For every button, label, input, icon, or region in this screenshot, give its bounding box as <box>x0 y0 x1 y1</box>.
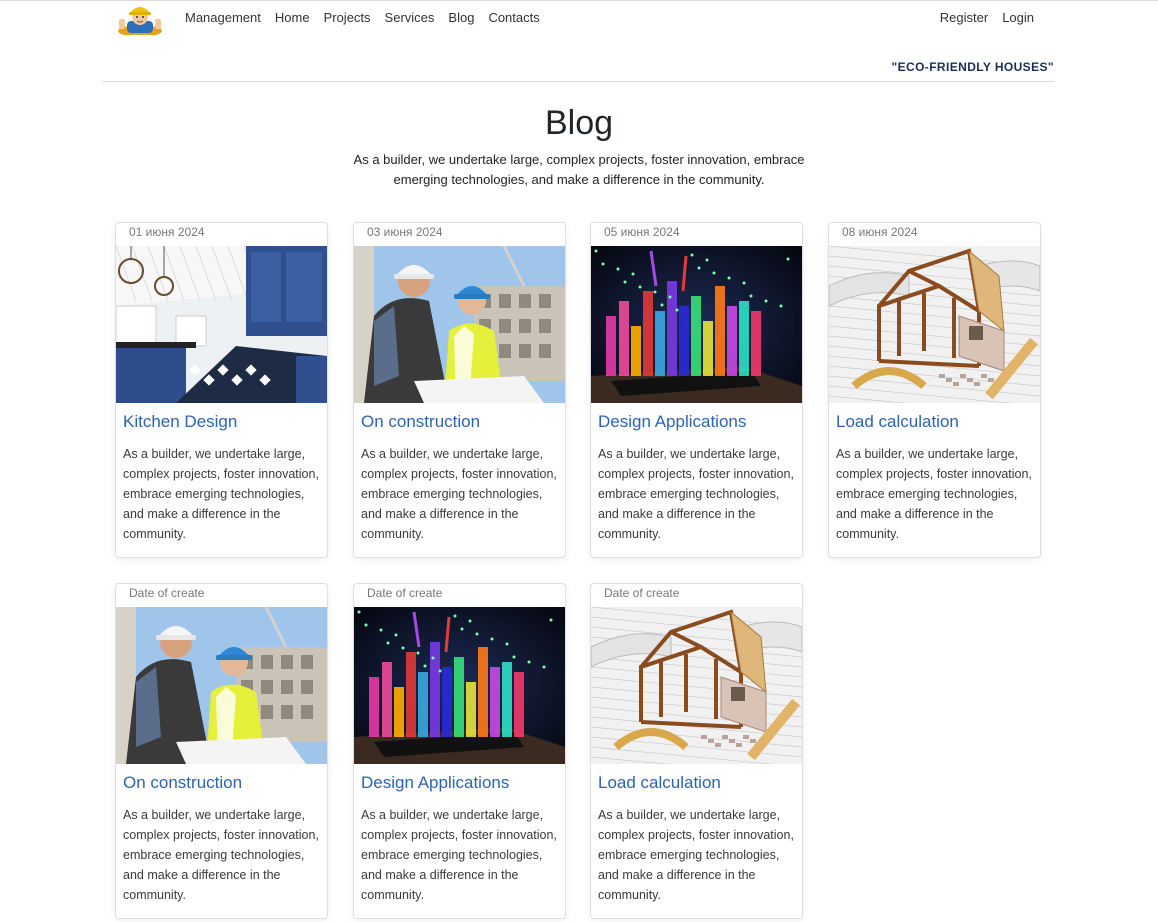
card-title-link[interactable]: Load calculation <box>836 412 959 432</box>
bars-image[interactable] <box>354 607 565 764</box>
card-title-link[interactable]: On construction <box>123 773 242 793</box>
card-date: 08 июня 2024 <box>842 225 918 239</box>
card-date: 05 июня 2024 <box>604 225 680 239</box>
card-description: As a builder, we undertake large, comple… <box>123 447 319 541</box>
card-title-link[interactable]: Design Applications <box>598 412 746 432</box>
card-title-link[interactable]: Kitchen Design <box>123 412 237 432</box>
register-link[interactable]: Register <box>940 10 988 25</box>
card-description: As a builder, we undertake large, comple… <box>598 447 794 541</box>
workers-image[interactable] <box>116 607 327 764</box>
card-description: As a builder, we undertake large, comple… <box>361 808 557 902</box>
card-description: As a builder, we undertake large, comple… <box>836 447 1032 541</box>
nav-link-home[interactable]: Home <box>275 10 310 25</box>
card-date: Date of create <box>604 586 680 600</box>
navbar: Management Home Projects Services Blog C… <box>103 0 1054 38</box>
page-subtitle: As a builder, we undertake large, comple… <box>353 152 805 187</box>
bars-image[interactable] <box>591 246 802 403</box>
house-frame-image[interactable] <box>829 246 1040 403</box>
card-title-link[interactable]: On construction <box>361 412 480 432</box>
nav-link-services[interactable]: Services <box>385 10 435 25</box>
builder-logo-icon[interactable] <box>115 1 165 37</box>
blog-card[interactable]: 08 июня 2024 Load calculation As a build… <box>828 222 1041 558</box>
main-nav: Management Home Projects Services Blog C… <box>185 10 540 25</box>
nav-link-blog[interactable]: Blog <box>448 10 474 25</box>
blog-card[interactable]: Date of create Load calculation As a bui… <box>590 583 803 919</box>
kitchen-image[interactable] <box>116 246 327 403</box>
site-tagline: "ECO-FRIENDLY HOUSES" <box>891 60 1054 74</box>
card-title-link[interactable]: Design Applications <box>361 773 509 793</box>
card-date: Date of create <box>367 586 443 600</box>
nav-link-contacts[interactable]: Contacts <box>488 10 539 25</box>
nav-link-management[interactable]: Management <box>185 10 261 25</box>
nav-link-projects[interactable]: Projects <box>324 10 371 25</box>
auth-links: Register Login <box>940 10 1034 25</box>
house-frame-image[interactable] <box>591 607 802 764</box>
blog-card[interactable]: 03 июня 2024 On construction As a builde… <box>353 222 566 558</box>
blog-card[interactable]: 01 июня 2024 Kitchen Design As a builder… <box>115 222 328 558</box>
blog-card[interactable]: Date of create Design Applications As a … <box>353 583 566 919</box>
card-description: As a builder, we undertake large, comple… <box>598 808 794 902</box>
page-title: Blog <box>544 104 614 142</box>
card-date: 03 июня 2024 <box>367 225 443 239</box>
card-date: 01 июня 2024 <box>129 225 205 239</box>
blog-card[interactable]: 05 июня 2024 Design Applications As a bu… <box>590 222 803 558</box>
card-description: As a builder, we undertake large, comple… <box>123 808 319 902</box>
card-title-link[interactable]: Load calculation <box>598 773 721 793</box>
card-date: Date of create <box>129 586 205 600</box>
login-link[interactable]: Login <box>1002 10 1034 25</box>
blog-card[interactable]: Date of create On construction As a buil… <box>115 583 328 919</box>
header-divider <box>103 81 1054 82</box>
card-description: As a builder, we undertake large, comple… <box>361 447 557 541</box>
workers-image[interactable] <box>354 246 565 403</box>
